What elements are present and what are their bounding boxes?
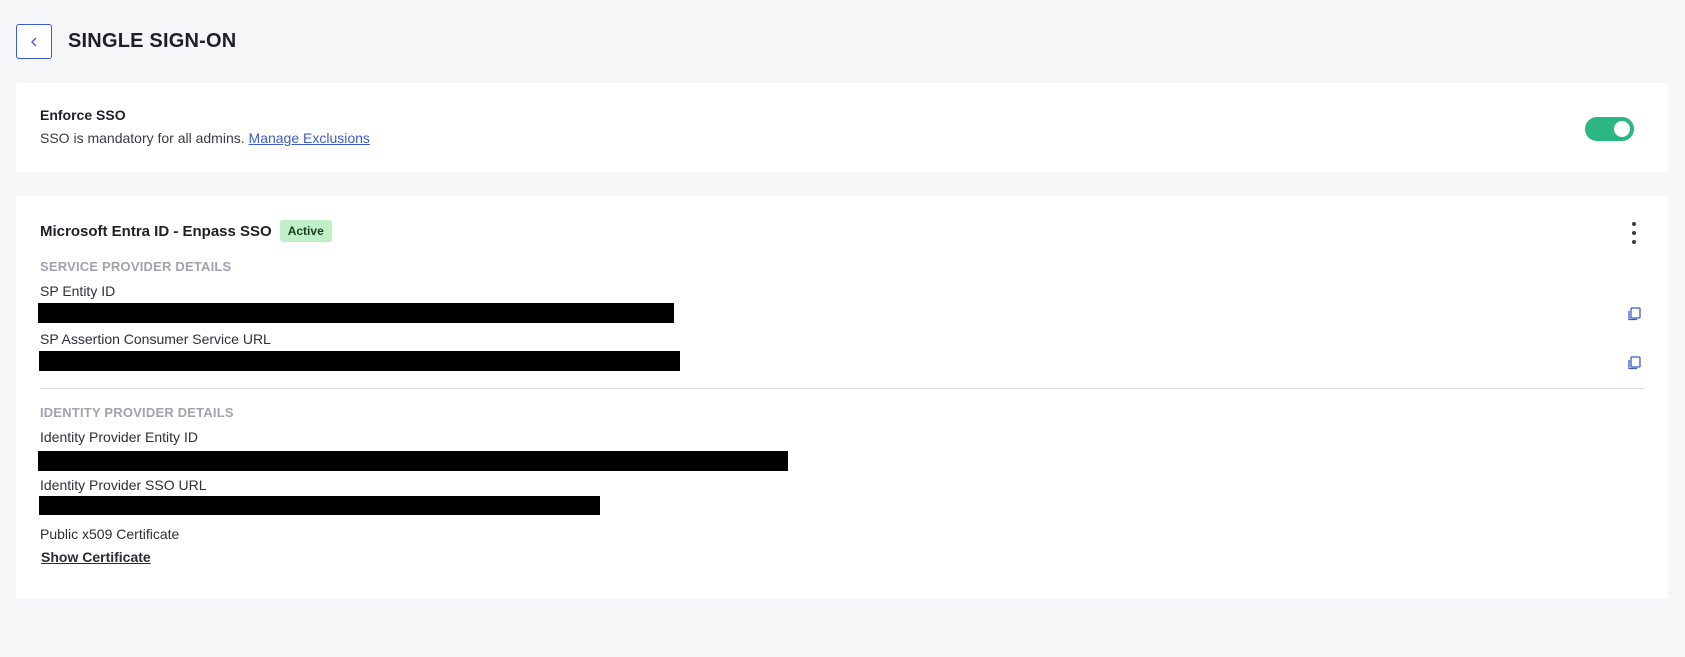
x509-certificate-label: Public x509 Certificate (40, 526, 180, 542)
sso-config-header: Microsoft Entra ID - Enpass SSO Active (40, 220, 332, 242)
copy-icon[interactable] (1626, 306, 1642, 322)
enforce-sso-description: SSO is mandatory for all admins. Manage … (40, 130, 370, 146)
idp-sso-url-label: Identity Provider SSO URL (40, 477, 207, 493)
sso-config-card: Microsoft Entra ID - Enpass SSO Active S… (16, 196, 1668, 599)
toggle-knob (1614, 121, 1630, 137)
page-title: SINGLE SIGN-ON (68, 30, 237, 52)
sp-acs-url-value-redacted (39, 351, 680, 371)
sp-acs-url-label: SP Assertion Consumer Service URL (40, 331, 271, 347)
idp-entity-id-value-redacted (38, 451, 788, 471)
more-options-button[interactable] (1628, 222, 1640, 244)
more-vertical-icon (1632, 222, 1636, 226)
section-divider (40, 388, 1644, 389)
copy-icon[interactable] (1626, 355, 1642, 371)
sp-entity-id-value-redacted (38, 303, 674, 323)
enforce-sso-toggle[interactable] (1585, 117, 1634, 141)
page-header: SINGLE SIGN-ON (16, 24, 236, 59)
show-certificate-link[interactable]: Show Certificate (41, 549, 151, 565)
enforce-sso-description-text: SSO is mandatory for all admins. (40, 130, 245, 146)
idp-entity-id-label: Identity Provider Entity ID (40, 429, 198, 445)
manage-exclusions-link[interactable]: Manage Exclusions (249, 130, 370, 146)
page: SINGLE SIGN-ON Enforce SSO SSO is mandat… (0, 0, 1685, 657)
idp-sso-url-value-redacted (39, 496, 600, 515)
identity-provider-heading: IDENTITY PROVIDER DETAILS (40, 405, 234, 420)
sso-config-name: Microsoft Entra ID - Enpass SSO (40, 222, 272, 240)
enforce-sso-title: Enforce SSO (40, 107, 126, 123)
sp-entity-id-label: SP Entity ID (40, 283, 116, 299)
status-badge: Active (279, 220, 332, 242)
chevron-left-icon (31, 37, 37, 46)
back-button[interactable] (16, 24, 52, 59)
service-provider-heading: SERVICE PROVIDER DETAILS (40, 259, 232, 274)
enforce-sso-card: Enforce SSO SSO is mandatory for all adm… (16, 83, 1668, 172)
